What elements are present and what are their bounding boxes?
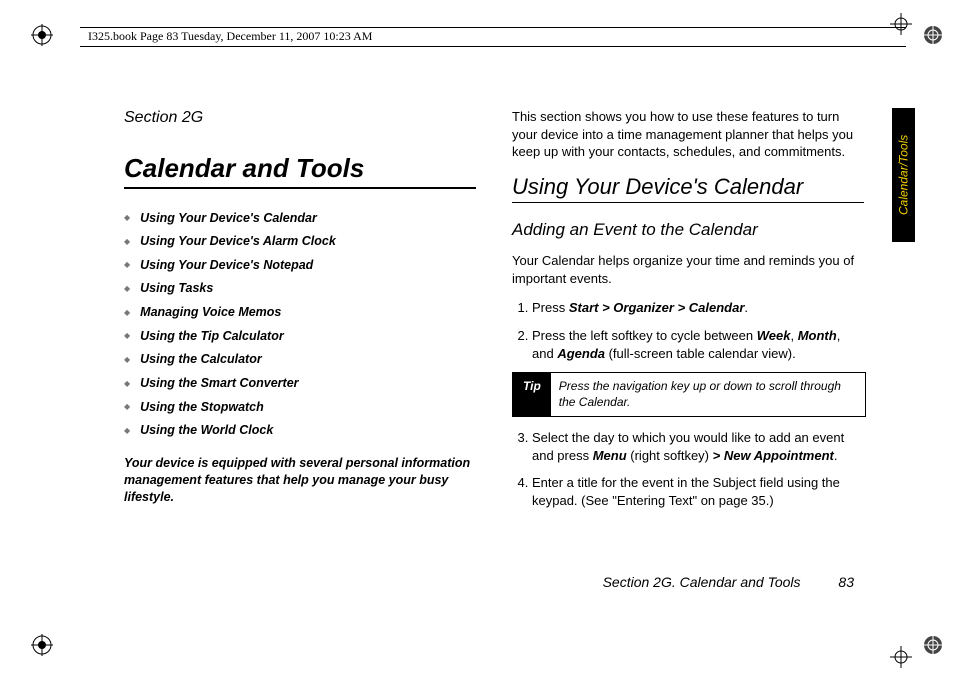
left-column: Section 2G Calendar and Tools Using Your… — [124, 108, 476, 562]
step-text: Press — [532, 300, 569, 315]
heading-2: Using Your Device's Calendar — [512, 173, 864, 204]
reg-mark-bl-icon — [31, 634, 53, 656]
page-title: Calendar and Tools — [124, 152, 476, 189]
toc-item: Using the Tip Calculator — [124, 329, 476, 345]
toc-list: Using Your Device's Calendar Using Your … — [124, 211, 476, 439]
step-text: (right softkey) — [627, 448, 713, 463]
reg-mark-tl-icon — [31, 24, 53, 46]
step-text: . — [834, 448, 838, 463]
page-number: 83 — [838, 574, 854, 590]
tip-box: Tip Press the navigation key up or down … — [512, 372, 866, 417]
step-text: Enter a title for the event in the Subje… — [532, 475, 840, 508]
footer-text: Section 2G. Calendar and Tools — [603, 574, 801, 590]
toc-item: Using Your Device's Notepad — [124, 258, 476, 274]
toc-item: Using the Calculator — [124, 352, 476, 368]
crop-line-top — [80, 27, 906, 28]
heading-3: Adding an Event to the Calendar — [512, 219, 864, 240]
step-bold: > New Appointment — [713, 448, 834, 463]
step-bold: Start > Organizer > Calendar — [569, 300, 745, 315]
step-bold: Menu — [593, 448, 627, 463]
toc-item: Using Your Device's Calendar — [124, 211, 476, 227]
step-2: Press the left softkey to cycle between … — [532, 327, 864, 362]
intro-text: Your device is equipped with several per… — [124, 455, 476, 506]
right-column: This section shows you how to use these … — [512, 108, 864, 562]
crosshair-top-icon — [890, 13, 912, 35]
step-list-cont: Select the day to which you would like t… — [512, 429, 864, 509]
page: I325.book Page 83 Tuesday, December 11, … — [0, 0, 954, 682]
page-footer: Section 2G. Calendar and Tools 83 — [0, 574, 854, 590]
crosshair-bottom-icon — [890, 646, 912, 668]
step-text: . — [744, 300, 748, 315]
section-tab-label: Calendar/Tools — [897, 135, 911, 215]
reg-mark-br-icon — [922, 634, 944, 656]
crop-header-text: I325.book Page 83 Tuesday, December 11, … — [88, 29, 372, 44]
toc-item: Using Tasks — [124, 281, 476, 297]
step-4: Enter a title for the event in the Subje… — [532, 474, 864, 509]
section-tab: Calendar/Tools — [892, 108, 915, 242]
tip-text: Press the navigation key up or down to s… — [551, 373, 865, 416]
step-text: (full-screen table calendar view). — [605, 346, 796, 361]
crop-line-bottom — [80, 46, 906, 47]
toc-item: Using the Smart Converter — [124, 376, 476, 392]
toc-item: Using the Stopwatch — [124, 400, 476, 416]
tip-label: Tip — [513, 373, 551, 416]
toc-item: Using the World Clock — [124, 423, 476, 439]
section-intro: This section shows you how to use these … — [512, 108, 864, 161]
reg-mark-tr-icon — [922, 24, 944, 46]
step-text: Press the left softkey to cycle between — [532, 328, 757, 343]
step-bold: Week — [757, 328, 791, 343]
toc-item: Managing Voice Memos — [124, 305, 476, 321]
body-paragraph: Your Calendar helps organize your time a… — [512, 252, 864, 287]
section-label: Section 2G — [124, 108, 476, 128]
step-3: Select the day to which you would like t… — [532, 429, 864, 464]
step-list: Press Start > Organizer > Calendar. Pres… — [512, 299, 864, 362]
step-text: , — [790, 328, 797, 343]
content-area: Section 2G Calendar and Tools Using Your… — [124, 108, 864, 562]
toc-item: Using Your Device's Alarm Clock — [124, 234, 476, 250]
step-bold: Month — [798, 328, 837, 343]
step-1: Press Start > Organizer > Calendar. — [532, 299, 864, 317]
step-bold: Agenda — [557, 346, 605, 361]
